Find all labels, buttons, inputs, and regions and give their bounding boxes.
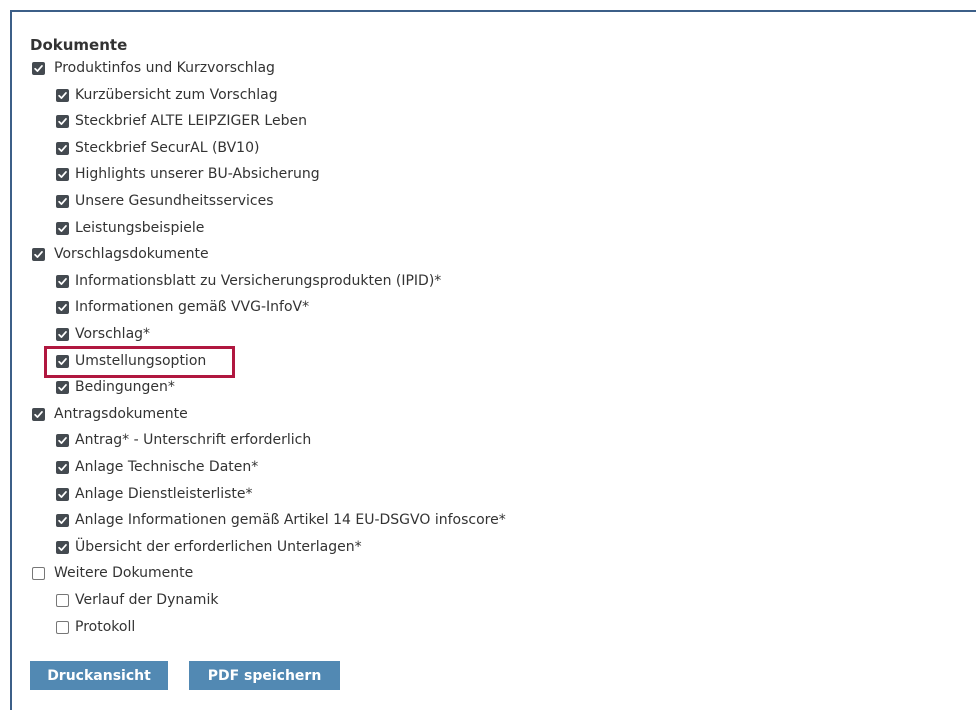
checkbox-checked-icon[interactable] xyxy=(56,141,69,155)
document-group[interactable]: Vorschlagsdokumente xyxy=(32,243,209,265)
checkbox-checked-icon[interactable] xyxy=(56,487,69,501)
document-item-label: Informationen gemäß VVG-InfoV* xyxy=(75,299,310,315)
document-group[interactable]: Antragsdokumente xyxy=(32,403,188,425)
document-group-label: Vorschlagsdokumente xyxy=(54,246,209,262)
document-item[interactable]: Informationen gemäß VVG-InfoV* xyxy=(56,296,309,318)
document-item[interactable]: Verlauf der Dynamik xyxy=(56,589,218,611)
checkbox-checked-icon[interactable] xyxy=(56,380,69,394)
checkbox-checked-icon[interactable] xyxy=(32,407,45,421)
document-item[interactable]: Anlage Informationen gemäß Artikel 14 EU… xyxy=(56,509,506,531)
document-group[interactable]: Weitere Dokumente xyxy=(32,562,193,584)
document-item-label: Leistungsbeispiele xyxy=(75,220,205,236)
document-item-label: Anlage Informationen gemäß Artikel 14 EU… xyxy=(75,512,506,528)
save-pdf-button[interactable]: PDF speichern xyxy=(189,661,340,690)
document-item-label: Anlage Technische Daten* xyxy=(75,459,259,475)
document-item-label: Highlights unserer BU-Absicherung xyxy=(75,166,320,182)
checkbox-checked-icon[interactable] xyxy=(56,327,69,341)
checkbox-checked-icon[interactable] xyxy=(56,194,69,208)
document-item-label: Anlage Dienstleisterliste* xyxy=(75,486,253,502)
document-item-label: Unsere Gesundheitsservices xyxy=(75,193,274,209)
document-group[interactable]: Produktinfos und Kurzvorschlag xyxy=(32,57,275,79)
checkbox-checked-icon[interactable] xyxy=(32,247,45,261)
print-view-button[interactable]: Druckansicht xyxy=(30,661,168,690)
checkbox-unchecked-icon[interactable] xyxy=(56,593,69,607)
checkbox-checked-icon[interactable] xyxy=(56,513,69,527)
document-item[interactable]: Bedingungen* xyxy=(56,376,175,398)
document-item[interactable]: Leistungsbeispiele xyxy=(56,217,204,239)
document-item-label: Übersicht der erforderlichen Unterlagen* xyxy=(75,539,362,555)
document-item-label: Steckbrief SecurAL (BV10) xyxy=(75,140,260,156)
document-item[interactable]: Informationsblatt zu Versicherungsproduk… xyxy=(56,270,441,292)
checkbox-checked-icon[interactable] xyxy=(56,114,69,128)
document-item[interactable]: Protokoll xyxy=(56,616,135,638)
section-title: Dokumente xyxy=(30,36,128,54)
checkbox-checked-icon[interactable] xyxy=(56,88,69,102)
document-group-label: Antragsdokumente xyxy=(54,406,188,422)
checkbox-checked-icon[interactable] xyxy=(32,61,45,75)
document-item-label: Antrag* - Unterschrift erforderlich xyxy=(75,432,312,448)
checkbox-unchecked-icon[interactable] xyxy=(32,566,45,580)
document-item-label: Vorschlag* xyxy=(75,326,151,342)
document-item[interactable]: Antrag* - Unterschrift erforderlich xyxy=(56,429,311,451)
document-item[interactable]: Anlage Dienstleisterliste* xyxy=(56,483,253,505)
document-group-label: Weitere Dokumente xyxy=(54,565,194,581)
checkbox-checked-icon[interactable] xyxy=(56,274,69,288)
document-item[interactable]: Vorschlag* xyxy=(56,323,150,345)
highlight-box xyxy=(44,346,235,378)
document-item-label: Kurzübersicht zum Vorschlag xyxy=(75,87,278,103)
checkbox-checked-icon[interactable] xyxy=(56,300,69,314)
document-item[interactable]: Steckbrief ALTE LEIPZIGER Leben xyxy=(56,110,307,132)
document-item[interactable]: Anlage Technische Daten* xyxy=(56,456,258,478)
document-item[interactable]: Highlights unserer BU-Absicherung xyxy=(56,163,320,185)
checkbox-unchecked-icon[interactable] xyxy=(56,620,69,634)
document-item[interactable]: Übersicht der erforderlichen Unterlagen* xyxy=(56,536,362,558)
document-item[interactable]: Kurzübersicht zum Vorschlag xyxy=(56,84,278,106)
document-group-label: Produktinfos und Kurzvorschlag xyxy=(54,60,275,76)
checkbox-checked-icon[interactable] xyxy=(56,540,69,554)
document-item-label: Bedingungen* xyxy=(75,379,175,395)
checkbox-checked-icon[interactable] xyxy=(56,221,69,235)
document-item[interactable]: Unsere Gesundheitsservices xyxy=(56,190,274,212)
checkbox-checked-icon[interactable] xyxy=(56,460,69,474)
document-item-label: Informationsblatt zu Versicherungsproduk… xyxy=(75,273,442,289)
document-item-label: Protokoll xyxy=(75,619,136,635)
document-item[interactable]: Steckbrief SecurAL (BV10) xyxy=(56,137,259,159)
checkbox-checked-icon[interactable] xyxy=(56,167,69,181)
checkbox-checked-icon[interactable] xyxy=(56,433,69,447)
document-item-label: Steckbrief ALTE LEIPZIGER Leben xyxy=(75,113,307,129)
document-item-label: Verlauf der Dynamik xyxy=(75,592,219,608)
